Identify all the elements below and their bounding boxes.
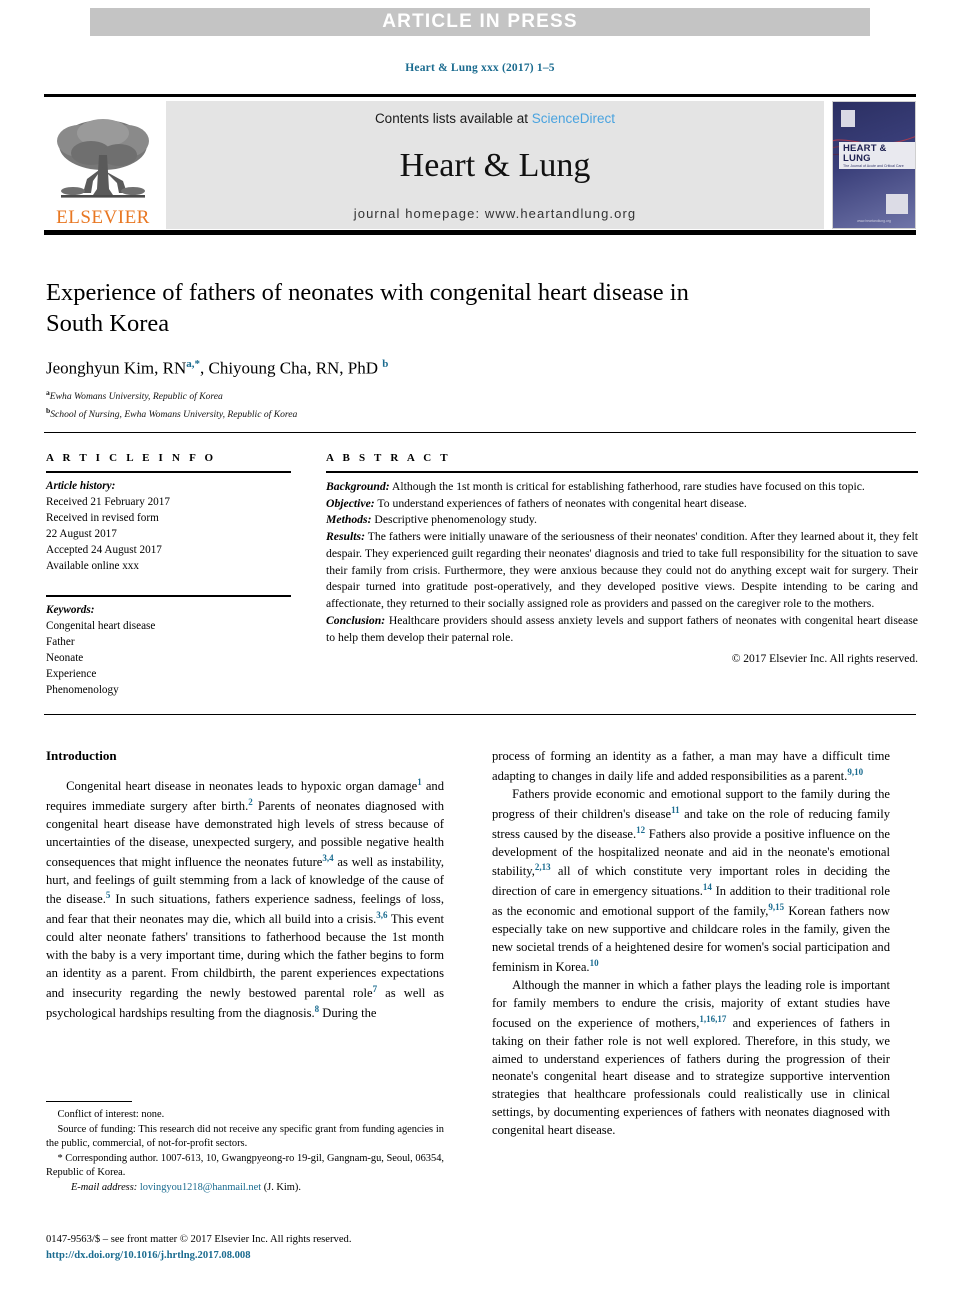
title-block: Experience of fathers of neonates with c…: [46, 278, 746, 423]
keywords-label: Keywords:: [46, 604, 95, 617]
abstract-section: Conclusion: Healthcare providers should …: [326, 613, 918, 646]
author-list: Jeonghyun Kim, RNa,*, Chiyoung Cha, RN, …: [46, 357, 389, 378]
article-history-block: Article history: Received 21 February 20…: [46, 479, 291, 574]
email-address-label: E-mail address:: [70, 1181, 138, 1193]
affiliation-b: bSchool of Nursing, Ewha Womans Universi…: [46, 405, 746, 422]
abstract-section-label: Results:: [326, 530, 365, 544]
email-address-link[interactable]: lovingyou1218@hanmail.net: [140, 1182, 261, 1193]
footnote-conflict-of-interest: Conflict of interest: none.: [57, 1109, 165, 1120]
history-item: Received in revised form: [46, 511, 159, 524]
article-in-press-label: ARTICLE IN PRESS: [382, 11, 578, 32]
introduction-text-left: Congenital heart disease in neonates lea…: [46, 776, 444, 1023]
affiliation-b-text: School of Nursing, Ewha Womans Universit…: [50, 409, 298, 421]
masthead-center-panel: Contents lists available at ScienceDirec…: [166, 101, 824, 229]
abstract-section-text: To understand experiences of fathers of …: [374, 496, 747, 510]
keyword-item: Experience: [46, 668, 97, 681]
contents-prefix-text: Contents lists available at: [374, 111, 532, 126]
footnote-email: E-mail address: lovingyou1218@hanmail.ne…: [46, 1181, 444, 1196]
keyword-item: Neonate: [46, 652, 84, 665]
issn-front-matter-line: 0147-9563/$ – see front matter © 2017 El…: [46, 1234, 352, 1245]
history-item: 22 August 2017: [46, 527, 117, 540]
journal-cover-thumbnail: HEART & LUNG The Journal of Acute and Cr…: [832, 101, 916, 229]
abstract-section: Background: Although the 1st month is cr…: [326, 479, 918, 496]
cover-subtitle-text: The Journal of Acute and Critical Care: [843, 163, 904, 168]
elsevier-tree-icon: [57, 119, 149, 198]
keywords-block: Keywords: Congenital heart disease Fathe…: [46, 603, 291, 698]
cover-title-band: HEART & LUNG The Journal of Acute and Cr…: [839, 142, 915, 169]
abstract-section: Methods: Descriptive phenomenology study…: [326, 512, 918, 529]
title-section-divider: [44, 432, 916, 433]
body-paragraph: process of forming an identity as a fath…: [492, 749, 890, 783]
abstract-section-divider: [44, 714, 916, 715]
abstract-copyright: © 2017 Elsevier Inc. All rights reserved…: [731, 653, 918, 666]
footnote-block: Conflict of interest: none. Source of fu…: [46, 1108, 444, 1195]
article-info-column: A R T I C L E I N F O Article history: R…: [46, 452, 291, 699]
abstract-section-label: Conclusion:: [326, 613, 386, 627]
history-item: Available online xxx: [46, 559, 139, 572]
keyword-item: Father: [46, 636, 75, 649]
doi-link[interactable]: http://dx.doi.org/10.1016/j.hrtlng.2017.…: [46, 1248, 496, 1264]
introduction-heading: Introduction: [46, 748, 117, 763]
page-title: Experience of fathers of neonates with c…: [46, 279, 689, 337]
email-address-suffix: (J. Kim).: [263, 1181, 301, 1193]
article-info-rule: [46, 471, 291, 473]
journal-homepage-line[interactable]: journal homepage: www.heartandlung.org: [354, 206, 636, 221]
imprint-block: 0147-9563/$ – see front matter © 2017 El…: [46, 1232, 496, 1264]
affiliation-a-text: Ewha Womans University, Republic of Kore…: [49, 391, 223, 403]
journal-masthead: ELSEVIER Contents lists available at Sci…: [44, 94, 916, 235]
keywords-rule: [46, 595, 291, 598]
body-column-left: Introduction Congenital heart disease in…: [46, 748, 444, 1023]
affiliation-a: aEwha Womans University, Republic of Kor…: [46, 387, 746, 404]
abstract-section-text: Although the 1st month is critical for e…: [389, 480, 865, 493]
footnote-source-of-funding: Source of funding: This research did not…: [46, 1123, 444, 1150]
abstract-heading: A B S T R A C T: [326, 452, 451, 464]
keyword-item: Phenomenology: [46, 683, 119, 696]
elsevier-logo: ELSEVIER: [44, 101, 162, 229]
abstract-rule: [326, 471, 918, 473]
masthead-bottom-rule: [44, 230, 916, 235]
cover-corner-graphic: [886, 194, 908, 214]
abstract-section-text: Descriptive phenomenology study.: [371, 513, 537, 527]
abstract-section: Results: The fathers were initially unaw…: [326, 529, 918, 613]
sciencedirect-link[interactable]: ScienceDirect: [532, 111, 615, 126]
history-item: Accepted 24 August 2017: [46, 543, 162, 556]
abstract-section-label: Objective:: [326, 496, 375, 510]
body-paragraph: Fathers provide economic and emotional s…: [492, 786, 890, 975]
masthead-body: ELSEVIER Contents lists available at Sci…: [44, 101, 916, 229]
masthead-top-rule: [44, 94, 916, 97]
article-info-heading: A R T I C L E I N F O: [46, 452, 217, 464]
cover-title-text: HEART & LUNG: [843, 143, 887, 164]
article-in-press-banner: ARTICLE IN PRESS: [90, 8, 870, 36]
abstract-column: A B S T R A C T Background: Although the…: [326, 452, 918, 665]
body-paragraph: Congenital heart disease in neonates lea…: [46, 777, 445, 1021]
abstract-section-text: Healthcare providers should assess anxie…: [326, 613, 918, 644]
footnote-divider: [46, 1101, 132, 1102]
abstract-section-label: Background:: [326, 480, 390, 493]
abstract-section-text: The fathers were initially unaware of th…: [326, 530, 918, 611]
contents-list-line: Contents lists available at ScienceDirec…: [375, 111, 615, 126]
journal-title: Heart & Lung: [399, 147, 591, 184]
abstract-section-label: Methods:: [326, 513, 372, 527]
history-item: Received 21 February 2017: [46, 495, 170, 508]
body-paragraph: Although the manner in which a father pl…: [492, 978, 890, 1137]
article-history-label: Article history:: [46, 480, 116, 492]
footnote-corresponding-author: * Corresponding author. 1007-613, 10, Gw…: [46, 1152, 444, 1179]
running-head-citation: Heart & Lung xxx (2017) 1–5: [405, 62, 555, 74]
keyword-item: Congenital heart disease: [46, 620, 156, 633]
body-column-right: process of forming an identity as a fath…: [492, 748, 890, 1140]
introduction-text-right: process of forming an identity as a fath…: [492, 748, 890, 1140]
cover-url-text: www.heartandlung.org: [857, 219, 891, 223]
elsevier-wordmark: ELSEVIER: [56, 207, 150, 228]
abstract-body: Background: Although the 1st month is cr…: [326, 479, 918, 646]
abstract-section: Objective: To understand experiences of …: [326, 496, 918, 513]
